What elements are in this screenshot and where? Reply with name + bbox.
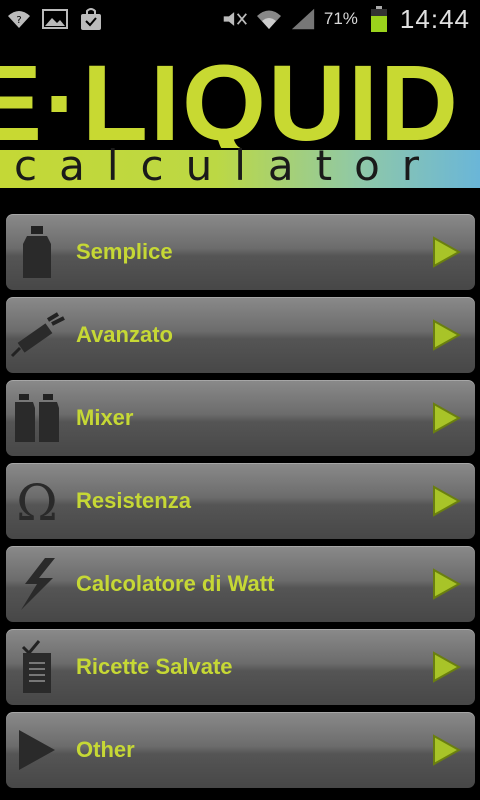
shopping-bag-icon [78, 6, 104, 32]
arrow-right-icon [433, 651, 461, 683]
menu-item-label: Avanzato [76, 322, 173, 347]
menu-item-label: Semplice [76, 239, 173, 264]
mute-icon [222, 6, 248, 32]
menu-item-label: Calcolatore di Watt [76, 571, 275, 596]
logo-title-area: E·LIQUID [0, 58, 480, 148]
logo-subtitle: calculator [14, 141, 442, 190]
lightning-icon [8, 554, 66, 614]
arrow-right-icon [433, 402, 461, 434]
omega-icon: Ω [8, 471, 66, 531]
wifi-signal-icon [256, 6, 282, 32]
menu-item-label: Other [76, 737, 135, 762]
menu-item-other[interactable]: Other [6, 712, 475, 788]
menu-item-semplice[interactable]: Semplice [6, 214, 475, 290]
status-bar: ? 71% 14:44 [0, 0, 480, 38]
logo-title: E·LIQUID [0, 58, 460, 148]
menu-item-avanzato[interactable]: Avanzato [6, 297, 475, 373]
battery-icon [366, 6, 392, 32]
main-menu: Semplice Avanzato Mixer Ω Resistenza Cal… [6, 214, 475, 795]
svg-text:?: ? [16, 15, 21, 26]
menu-item-label: Ricette Salvate [76, 654, 233, 679]
logo-subtitle-bar: calculator [0, 141, 480, 190]
clock: 14:44 [399, 3, 470, 34]
arrow-right-icon [433, 236, 461, 268]
arrow-right-icon [433, 734, 461, 766]
cell-signal-icon [290, 6, 316, 32]
arrow-right-icon [433, 485, 461, 517]
clipboard-icon [8, 637, 66, 697]
two-bottles-icon [8, 388, 66, 448]
menu-item-label: Mixer [76, 405, 134, 430]
bottle-icon [8, 222, 66, 282]
menu-item-calcolatore-watt[interactable]: Calcolatore di Watt [6, 546, 475, 622]
gallery-icon [42, 6, 68, 32]
menu-item-mixer[interactable]: Mixer [6, 380, 475, 456]
play-icon [8, 720, 66, 780]
svg-text:Ω: Ω [16, 476, 57, 526]
battery-percent: 71% [323, 9, 358, 28]
menu-item-ricette-salvate[interactable]: Ricette Salvate [6, 629, 475, 705]
app-logo: E·LIQUID calculator [0, 38, 480, 210]
arrow-right-icon [433, 319, 461, 351]
wifi-icon: ? [6, 6, 32, 32]
syringe-icon [8, 305, 66, 365]
menu-item-resistenza[interactable]: Ω Resistenza [6, 463, 475, 539]
menu-item-label: Resistenza [76, 488, 191, 513]
arrow-right-icon [433, 568, 461, 600]
